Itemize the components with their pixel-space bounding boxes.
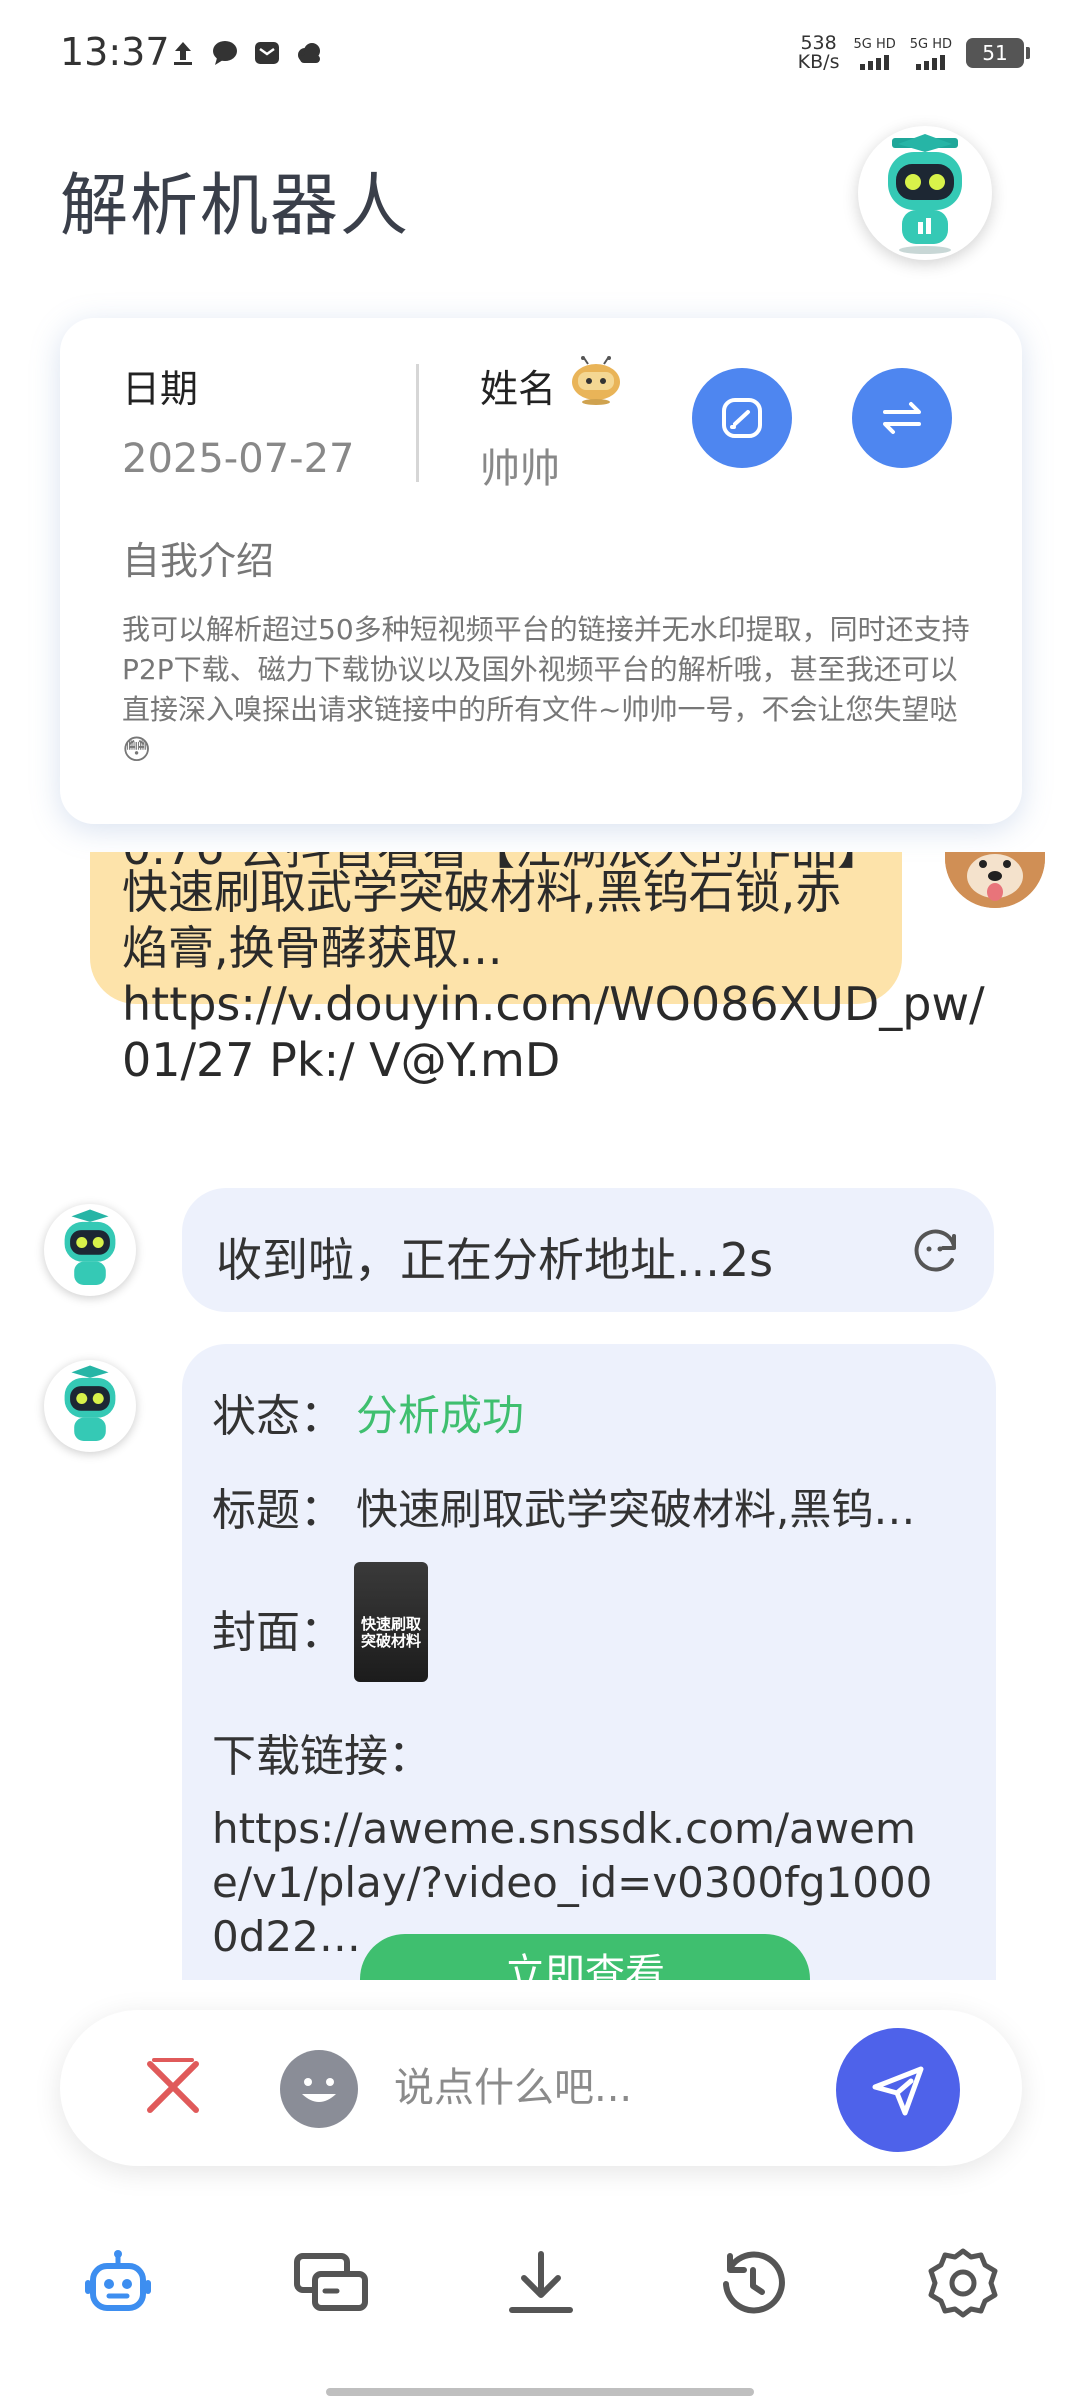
cover-label: 封面： <box>212 1607 344 1658</box>
profile-card: 日期 2025-07-27 姓名 帅帅 自我介绍 我可以解析超过50多种短视频平… <box>60 318 1022 824</box>
intro-text: 我可以解析超过50多种短视频平台的链接并无水印提取，同时还支持P2P下载、磁力下… <box>122 613 970 766</box>
download-label: 下载链接： <box>212 1731 432 1782</box>
status-value: 分析成功 <box>356 1391 525 1440</box>
page-title: 解析机器人 <box>60 167 411 246</box>
intro-label: 自我介绍 <box>122 539 275 583</box>
cards-icon <box>294 2253 368 2311</box>
view-now-button[interactable]: 立即查看 <box>360 1934 810 1980</box>
signal-sim2-icon: 5G HD <box>910 37 952 70</box>
status-bar: 13:37 538 KB/s 5G HD 5G HD 51 <box>0 0 1080 110</box>
system-status: 538 KB/s 5G HD 5G HD 51 <box>798 34 1030 72</box>
robot-mascot-icon <box>888 134 962 254</box>
edit-icon <box>722 398 762 438</box>
user-message-top: 0.76 去抖音看看【江湖浪人的作品】 <box>122 852 883 876</box>
cover-text: 快速刷取突破材料 <box>360 1615 421 1650</box>
user-avatar[interactable] <box>945 852 1045 908</box>
status-time: 13:37 <box>60 30 170 74</box>
swap-icon <box>883 402 921 434</box>
smile-icon <box>302 2078 336 2102</box>
download-icon <box>509 2251 573 2313</box>
dog-avatar-icon <box>945 852 1045 908</box>
bot-reply-bubble[interactable]: 收到啦，正在分析地址...2s <box>182 1188 994 1312</box>
nav-history[interactable] <box>710 2240 796 2326</box>
message-input[interactable] <box>394 2056 814 2120</box>
chat-area[interactable]: 0.76 去抖音看看【江湖浪人的作品】 快速刷取武学突破材料,黑钨石锁,赤焰膏,… <box>0 852 1080 1980</box>
robot-icon <box>85 2250 151 2311</box>
sim1-label: 5G HD <box>853 36 896 52</box>
bot-avatar[interactable] <box>44 1204 136 1296</box>
status-label: 状态： <box>212 1391 344 1442</box>
signal-sim1-icon: 5G HD <box>853 36 896 70</box>
network-speed-unit: KB/s <box>797 51 840 73</box>
battery-icon: 51 <box>966 38 1030 68</box>
emoji-button[interactable] <box>280 2050 358 2128</box>
cloud-icon <box>294 38 324 68</box>
network-speed: 538 KB/s <box>798 34 840 72</box>
history-icon <box>723 2251 785 2314</box>
robot-mascot-icon <box>64 1365 116 1442</box>
date-value: 2025-07-27 <box>122 436 355 482</box>
nav-download[interactable] <box>498 2240 584 2326</box>
robot-mascot-icon <box>64 1209 116 1286</box>
clear-button[interactable] <box>140 2054 206 2120</box>
send-icon <box>872 2066 924 2116</box>
robot-avatar[interactable] <box>858 126 992 260</box>
divider <box>416 364 419 482</box>
bot-reply-text: 收到啦，正在分析地址...2s <box>216 1233 774 1287</box>
robot-sticker-icon <box>572 356 620 405</box>
cover-thumbnail[interactable]: 快速刷取突破材料 <box>354 1562 428 1682</box>
notification-icons <box>168 38 324 68</box>
user-message-bubble[interactable]: 0.76 去抖音看看【江湖浪人的作品】 快速刷取武学突破材料,黑钨石锁,赤焰膏,… <box>90 852 985 1087</box>
name-value: 帅帅 <box>480 446 560 492</box>
user-message-text: 快速刷取武学突破材料,黑钨石锁,赤焰膏,换骨酵获取... https://v.d… <box>122 865 985 1087</box>
upload-icon <box>168 38 198 68</box>
nav-cards[interactable] <box>288 2240 374 2326</box>
sim2-label: 5G HD <box>909 36 952 52</box>
close-icon <box>147 2058 199 2113</box>
input-bar <box>60 2010 1022 2166</box>
result-card: 状态： 分析成功 标题： 快速刷取武学突破材料,黑钨石锁,赤焰膏,换骨酵获取 封… <box>182 1344 996 1980</box>
refresh-icon[interactable] <box>908 1222 964 1278</box>
bottom-navigation <box>0 2240 1080 2360</box>
nav-settings[interactable] <box>920 2240 1006 2326</box>
edit-button[interactable] <box>692 368 792 468</box>
home-indicator[interactable] <box>326 2388 754 2396</box>
send-button[interactable] <box>836 2028 960 2152</box>
date-label: 日期 <box>122 367 199 411</box>
switch-button[interactable] <box>852 368 952 468</box>
settings-icon <box>928 2248 998 2318</box>
title-label: 标题： <box>212 1485 344 1536</box>
name-label: 姓名 <box>480 367 557 411</box>
title-value: 快速刷取武学突破材料,黑钨石锁,赤焰膏,换骨酵获取 <box>356 1485 946 1534</box>
mail-icon <box>252 38 282 68</box>
chat-bubble-icon <box>210 38 240 68</box>
bot-avatar[interactable] <box>44 1360 136 1452</box>
nav-robot[interactable] <box>75 2240 161 2326</box>
